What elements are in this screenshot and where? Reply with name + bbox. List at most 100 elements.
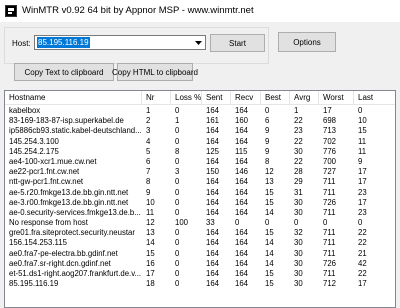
host-input[interactable]: 85.195.116.19 (37, 37, 90, 48)
table-row[interactable]: 145.254.2.175 5 8 125 115 9 30 776 11 (5, 147, 395, 157)
options-button[interactable]: Options (278, 32, 336, 52)
cell-sent: 164 (206, 238, 220, 248)
cell-sent: 164 (206, 269, 220, 278)
column-header-recv[interactable]: Recv (231, 91, 261, 105)
cell-recv: 164 (235, 238, 249, 248)
cell-loss: 3 (175, 167, 180, 177)
cell-last: 22 (358, 228, 367, 238)
cell-avrg: 22 (294, 156, 303, 166)
cell-recv: 164 (235, 177, 249, 187)
copy-text-button[interactable]: Copy Text to clipboard (14, 63, 114, 81)
cell-avrg: 22 (294, 136, 303, 146)
results-table[interactable]: Hostname Nr Loss % Sent Recv Best Avrg W… (4, 90, 396, 308)
cell-avrg: 32 (294, 228, 303, 238)
cell-worst: 712 (323, 279, 337, 289)
table-row[interactable]: ae-0.security-services.fmkge13.de.b... 11… (5, 208, 395, 218)
cell-worst: 711 (323, 177, 336, 187)
cell-sent: 164 (206, 197, 220, 207)
table-row[interactable]: ae22-pcr1.fnt.cw.net 7 3 150 146 12 28 727 17 (5, 167, 395, 177)
start-button[interactable]: Start (210, 34, 265, 52)
table-row[interactable]: ntt-gw-pcr1.fnt.cw.net 8 0 164 164 13 29 711 17 (5, 177, 395, 187)
cell-sent: 164 (206, 156, 220, 166)
host-combobox[interactable]: 85.195.116.19 (34, 35, 206, 50)
cell-nr: 16 (146, 258, 155, 268)
cell-sent: 164 (206, 207, 220, 217)
cell-loss: 0 (175, 228, 180, 238)
column-header-avrg[interactable]: Avrg (290, 91, 319, 105)
cell-avrg: 28 (294, 167, 303, 177)
table-row[interactable]: 156.154.253.115 14 0 164 164 14 30 711 22 (5, 238, 395, 248)
cell-loss: 0 (175, 279, 180, 289)
cell-last: 11 (358, 136, 367, 146)
table-row[interactable]: ae-5.r20.fmkge13.de.bb.gin.ntt.net 9 0 164 1… (5, 188, 395, 198)
table-row[interactable]: ae-3.r00.fmkge13.de.bb.gin.ntt.net 10 0 164… (5, 198, 395, 208)
cell-nr: 15 (146, 248, 155, 258)
cell-nr: 11 (146, 207, 155, 217)
cell-loss: 0 (175, 238, 180, 248)
cell-avrg: 30 (294, 279, 303, 289)
cell-loss: 0 (175, 248, 180, 258)
cell-hostname: 156.154.253.115 (9, 238, 67, 248)
cell-last: 17 (358, 167, 367, 177)
column-header-best[interactable]: Best (261, 91, 290, 105)
table-row[interactable]: ae0.fra7.sr-right.dcn.gdinf.net 16 0 164 164… (5, 259, 395, 269)
cell-last: 17 (358, 177, 367, 187)
table-row[interactable]: et-51.ds1-right.aog207.frankfurt.de.v...… (5, 269, 395, 279)
chevron-down-icon[interactable] (192, 36, 205, 49)
host-label: Host: (12, 39, 31, 48)
cell-loss: 1 (175, 116, 180, 126)
table-row[interactable]: kabelbox 1 0 164 164 0 1 17 0 (5, 106, 395, 116)
cell-last: 21 (358, 248, 367, 258)
cell-sent: 164 (206, 228, 220, 238)
table-row[interactable]: 83-169-183-87-isp.superkabel.de 2 1 161 160 6… (5, 116, 395, 126)
cell-best: 9 (265, 136, 270, 146)
cell-best: 14 (265, 207, 274, 217)
cell-recv: 164 (235, 136, 249, 146)
cell-nr: 13 (146, 228, 155, 238)
cell-avrg: 30 (294, 238, 303, 248)
cell-best: 8 (265, 156, 270, 166)
cell-sent: 164 (206, 279, 220, 289)
cell-worst: 711 (323, 228, 336, 238)
cell-last: 15 (358, 126, 367, 136)
cell-sent: 164 (206, 106, 220, 115)
cell-recv: 0 (235, 218, 240, 228)
cell-best: 9 (265, 126, 270, 136)
column-header-worst[interactable]: Worst (319, 91, 354, 105)
table-row[interactable]: ae0.fra7-pe-electra.bb.gdinf.net 15 0 164 16… (5, 249, 395, 259)
cell-sent: 150 (206, 167, 220, 177)
cell-worst: 776 (323, 146, 337, 156)
cell-sent: 164 (206, 248, 220, 258)
copy-html-button[interactable]: Copy HTML to clipboard (112, 63, 198, 81)
column-header-loss[interactable]: Loss % (171, 91, 202, 105)
cell-hostname: gre01.fra.siteprotect.security.neustar (9, 228, 135, 238)
cell-last: 23 (358, 187, 367, 197)
table-row[interactable]: No response from host 12 100 33 0 0 0 0 0 (5, 218, 395, 228)
window-title: WinMTR v0.92 64 bit by Appnor MSP - www.… (22, 5, 254, 16)
cell-hostname: ae-5.r20.fmkge13.de.bb.gin.ntt.net (9, 187, 129, 197)
cell-loss: 8 (175, 146, 180, 156)
cell-best: 6 (265, 116, 270, 126)
cell-best: 14 (265, 238, 274, 248)
column-header-nr[interactable]: Nr (142, 91, 171, 105)
cell-recv: 164 (235, 269, 249, 278)
cell-nr: 10 (146, 197, 155, 207)
column-header-last[interactable]: Last (354, 91, 395, 105)
cell-nr: 17 (146, 269, 155, 278)
table-row[interactable]: 85.195.116.19 18 0 164 164 15 30 712 17 (5, 279, 395, 289)
cell-hostname: 85.195.116.19 (9, 279, 59, 289)
cell-last: 11 (358, 146, 367, 156)
table-row[interactable]: ip5886cb93.static.kabel-deutschland... 3 0… (5, 126, 395, 136)
cell-sent: 164 (206, 258, 220, 268)
table-row[interactable]: ae4-100-xcr1.mue.cw.net 6 0 164 164 8 22 700 9 (5, 157, 395, 167)
cell-worst: 698 (323, 116, 337, 126)
cell-hostname: et-51.ds1-right.aog207.frankfurt.de.v... (9, 269, 142, 278)
table-row[interactable]: gre01.fra.siteprotect.security.neustar 13… (5, 228, 395, 238)
cell-nr: 3 (146, 126, 151, 136)
cell-avrg: 30 (294, 207, 303, 217)
cell-last: 23 (358, 207, 367, 217)
cell-recv: 164 (235, 187, 249, 197)
column-header-hostname[interactable]: Hostname (5, 91, 142, 105)
column-header-sent[interactable]: Sent (202, 91, 231, 105)
table-row[interactable]: 145.254.3.100 4 0 164 164 9 22 702 11 (5, 137, 395, 147)
